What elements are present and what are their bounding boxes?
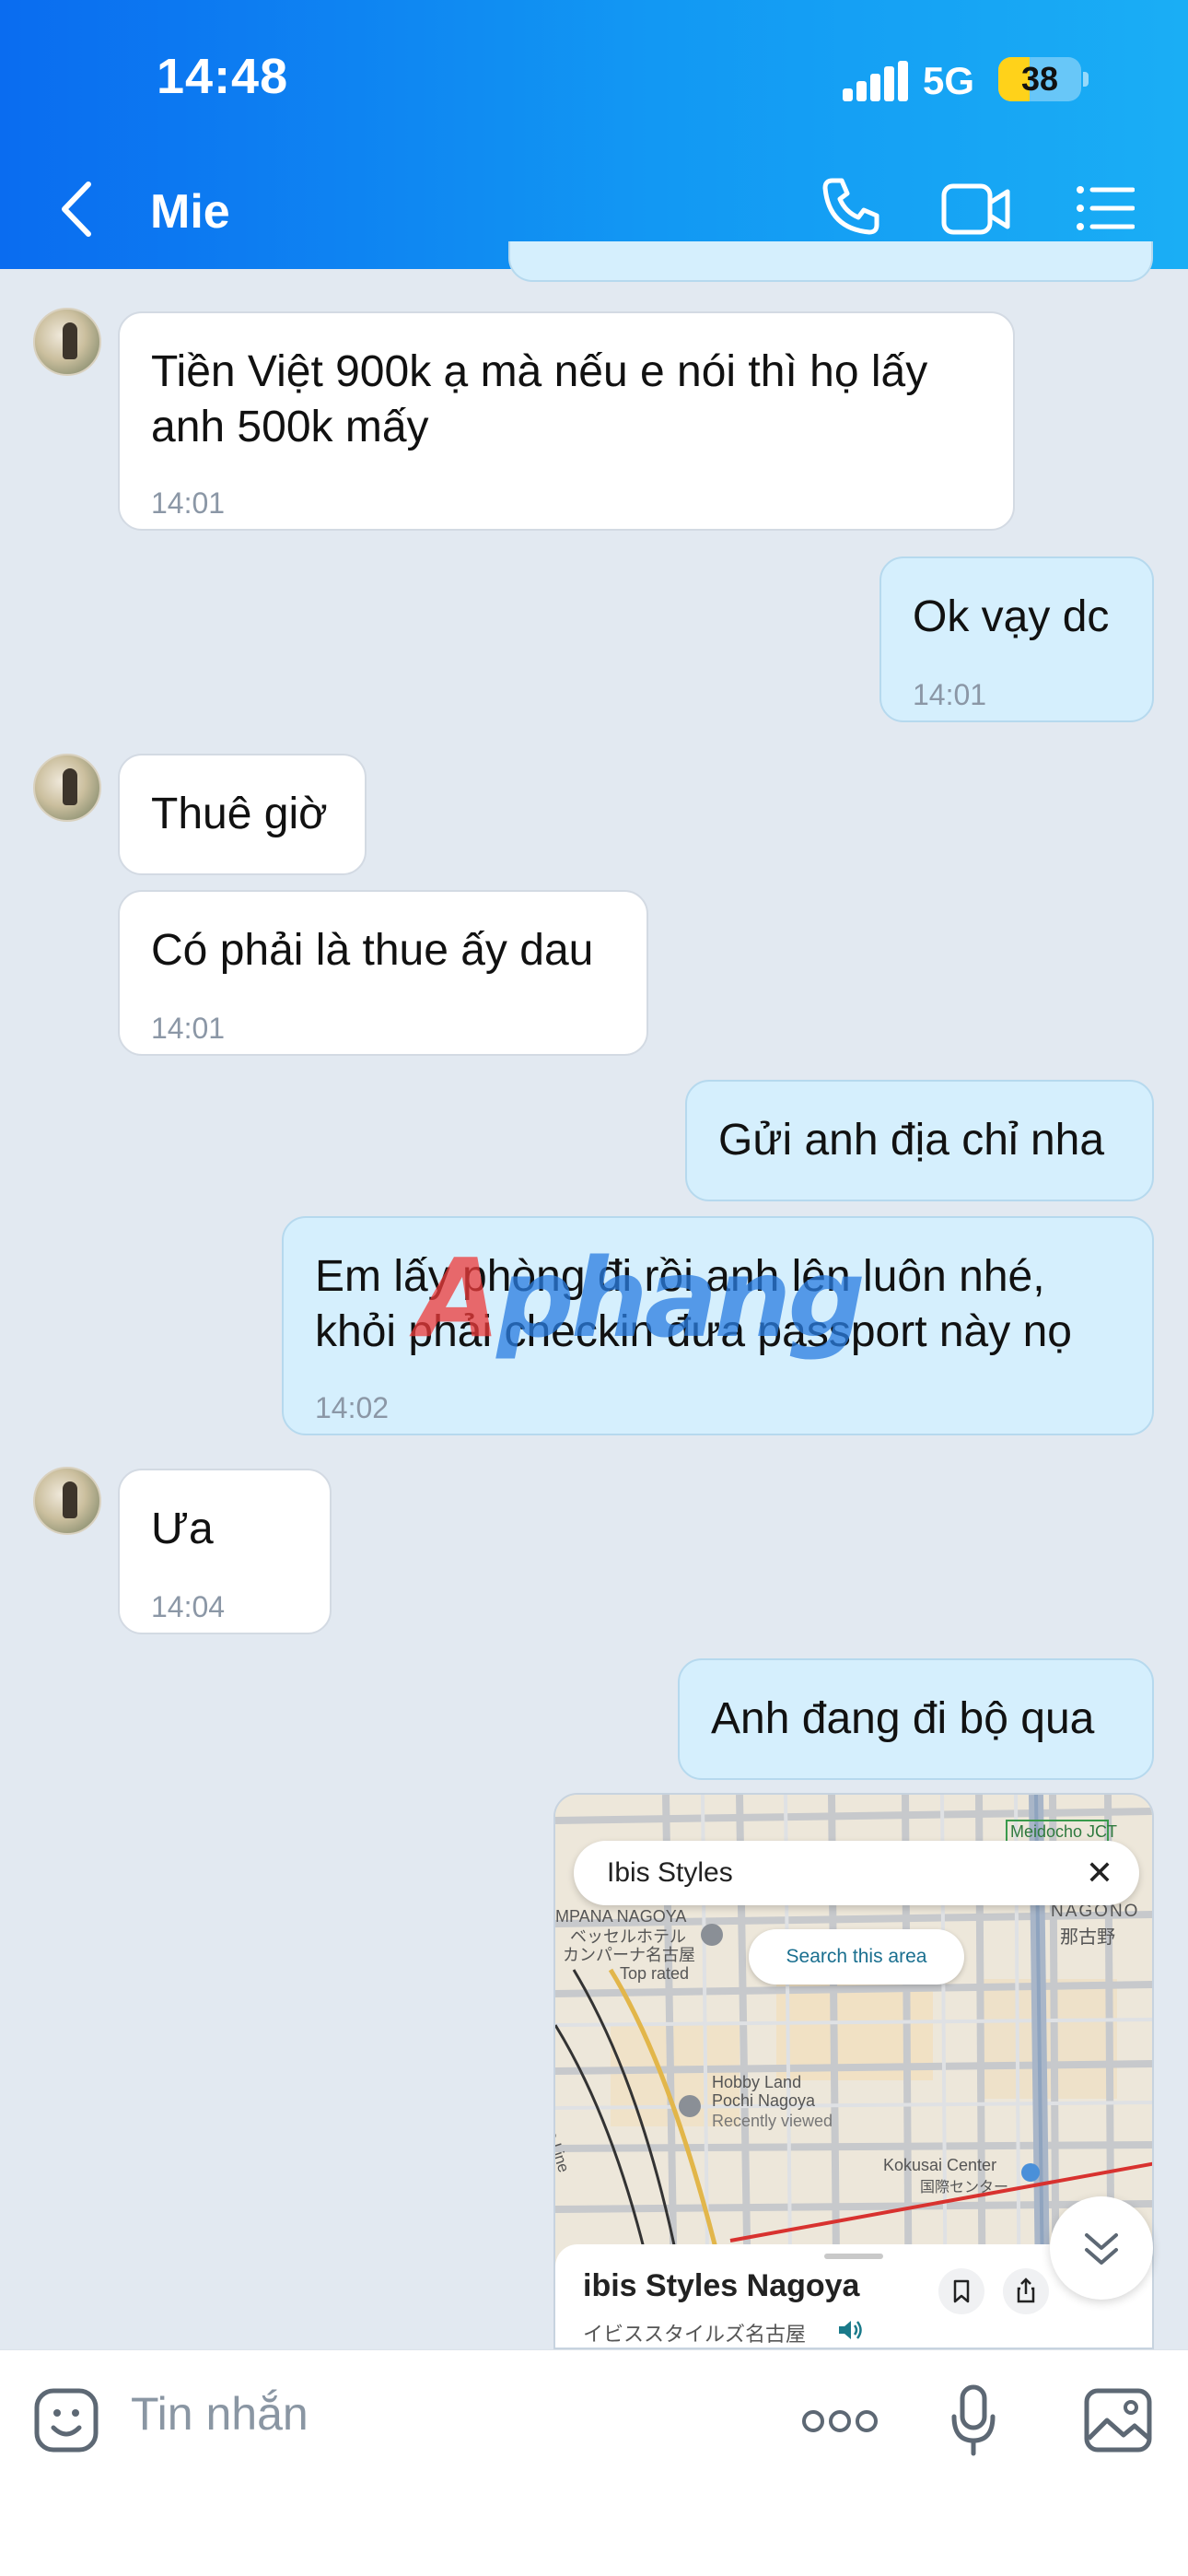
avatar[interactable]: [33, 308, 101, 376]
map-label: 那古野: [1060, 1927, 1115, 1948]
status-time: 14:48: [157, 49, 289, 104]
avatar[interactable]: [33, 754, 101, 822]
share-icon[interactable]: [1003, 2268, 1049, 2314]
place-subtitle: イビススタイルズ名古屋: [583, 2323, 807, 2346]
map-search-text: Ibis Styles: [607, 1857, 733, 1888]
battery-percent: 38: [1020, 60, 1059, 98]
back-chevron-icon[interactable]: [55, 177, 101, 241]
message-text: Gửi anh địa chỉ nha: [718, 1116, 1105, 1165]
message-time: 14:02: [315, 1391, 390, 1424]
microphone-icon[interactable]: [950, 2383, 996, 2462]
watermark-part2: phang: [496, 1235, 866, 1362]
message-bubble-outgoing[interactable]: Gửi anh địa chỉ nha: [685, 1080, 1154, 1201]
message-input[interactable]: Tin nhắn: [131, 2387, 309, 2441]
place-name: ibis Styles Nagoya: [583, 2268, 860, 2303]
speaker-icon[interactable]: [837, 2318, 865, 2347]
map-label: Kokusai Center: [883, 2156, 997, 2174]
message-bubble-outgoing[interactable]: Anh đang đi bộ qua: [678, 1658, 1154, 1780]
message-text: Ưa: [151, 1505, 214, 1553]
network-type: 5G: [923, 59, 975, 102]
map-label: Hobby Land: [712, 2073, 802, 2091]
map-label: カンパーナ名古屋: [563, 1946, 695, 1964]
message-time: 14:01: [913, 678, 987, 711]
signal-icon: [843, 61, 908, 101]
message-text: Ok vạy dc: [913, 592, 1110, 641]
message-text: Anh đang đi bộ qua: [711, 1694, 1095, 1743]
message-time: 14:01: [151, 1012, 226, 1045]
previous-message-bubble: [508, 241, 1153, 282]
map-search-bar[interactable]: Ibis Styles ✕: [574, 1841, 1139, 1905]
image-icon[interactable]: [1083, 2387, 1153, 2458]
more-dots-icon[interactable]: [801, 2409, 879, 2438]
avatar[interactable]: [33, 1467, 101, 1535]
phone-icon[interactable]: [820, 175, 882, 242]
message-text: Thuê giờ: [151, 790, 328, 838]
close-icon[interactable]: ✕: [1086, 1854, 1113, 1892]
contact-name[interactable]: Mie: [150, 184, 230, 240]
search-this-area-button[interactable]: Search this area: [749, 1929, 964, 1985]
message-bubble-incoming[interactable]: Có phải là thue ấy dau 14:01: [118, 890, 648, 1056]
map-label: Recently viewed: [712, 2112, 833, 2130]
video-camera-icon[interactable]: [941, 181, 1011, 242]
map-label: Pochi Nagoya: [712, 2091, 816, 2110]
chat-header: 14:48 5G 38 Mie: [0, 0, 1188, 269]
message-input-bar: Tin nhắn: [0, 2349, 1188, 2576]
message-bubble-incoming[interactable]: Tiền Việt 900k ạ mà nếu e nói thì họ lấy…: [118, 311, 1015, 531]
map-label: 国際センター: [920, 2180, 1009, 2195]
watermark-logo: Aphang: [416, 1235, 866, 1362]
battery-icon: 38: [998, 57, 1081, 101]
drag-handle[interactable]: [824, 2254, 883, 2259]
message-text: Có phải là thue ấy dau: [151, 926, 594, 975]
message-time: 14:04: [151, 1590, 226, 1623]
message-time: 14:01: [151, 486, 226, 520]
battery-tip: [1083, 72, 1089, 87]
bookmark-icon[interactable]: [938, 2268, 984, 2314]
message-text: Tiền Việt 900k ạ mà nếu e nói thì họ lấy…: [151, 347, 928, 451]
sticker-icon[interactable]: [33, 2387, 99, 2458]
list-menu-icon[interactable]: [1076, 182, 1136, 239]
double-chevron-down-icon: [1085, 2233, 1118, 2265]
map-label: Meidocho JCT: [1010, 1822, 1118, 1841]
message-bubble-outgoing[interactable]: Ok vạy dc 14:01: [879, 556, 1154, 722]
map-label: Top rated: [620, 1964, 690, 1983]
scroll-to-bottom-button[interactable]: [1050, 2196, 1153, 2300]
message-bubble-incoming[interactable]: Ưa 14:04: [118, 1469, 332, 1634]
message-bubble-incoming[interactable]: Thuê giờ: [118, 754, 367, 875]
watermark-part1: A: [416, 1235, 500, 1362]
